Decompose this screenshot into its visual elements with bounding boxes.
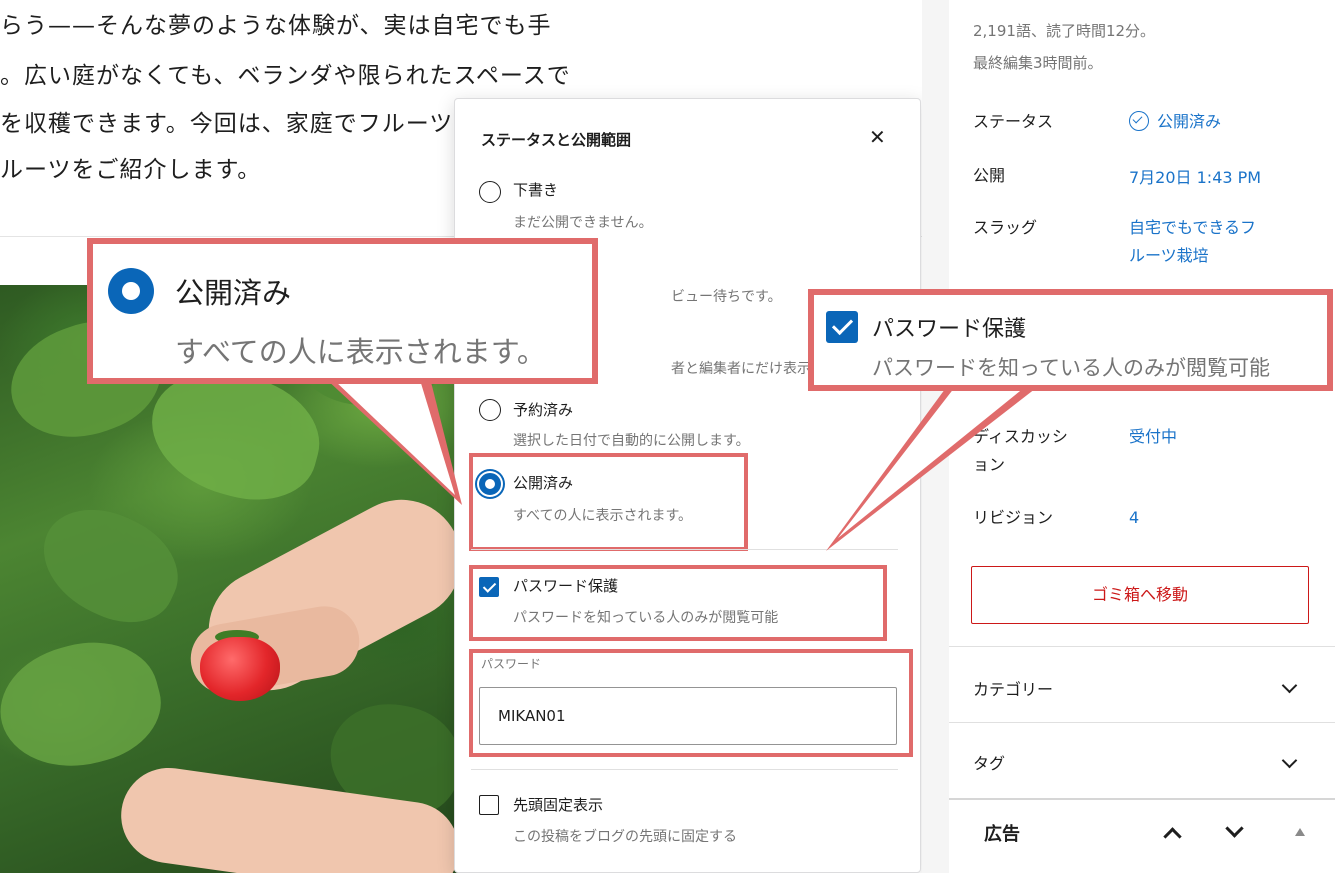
paragraph-line[interactable]: らう——そんな夢のような体験が、実は自宅でも手 (0, 6, 552, 40)
paragraph-line[interactable]: 。広い庭がなくても、ベランダや限られたスペースで (0, 56, 571, 90)
chevron-down-icon[interactable] (1281, 752, 1298, 769)
status-visibility-popover: ステータスと公開範囲 ✕ 下書き まだ公開できません。 ビュー待ちです。 者と編… (454, 98, 921, 873)
paragraph-line[interactable]: ルーツをご紹介します。 (0, 150, 261, 184)
radio-icon (108, 268, 154, 314)
discussion-value-button[interactable]: 受付中 (1129, 423, 1177, 451)
status-value-button[interactable]: 公開済み (1129, 108, 1221, 136)
categories-panel-toggle[interactable]: カテゴリー (973, 676, 1053, 700)
option-desc-pending: ビュー待ちです。 (671, 289, 782, 305)
strawberry (200, 637, 280, 701)
separator (471, 549, 898, 550)
publish-date-button[interactable]: 7月20日 1:43 PM (1129, 164, 1261, 192)
radio-scheduled[interactable] (479, 399, 501, 421)
popover-title: ステータスと公開範囲 (481, 131, 632, 149)
separator (471, 769, 898, 770)
checkbox-sticky[interactable] (479, 795, 499, 815)
sticky-desc: この投稿をブログの先頭に固定する (513, 829, 737, 845)
highlight-published (469, 453, 748, 551)
discussion-key: ディスカッシ ョン (973, 423, 1068, 479)
close-icon[interactable]: ✕ (869, 127, 886, 147)
option-desc-scheduled: 選択した日付で自動的に公開します。 (513, 433, 750, 449)
slug-key: スラッグ (973, 218, 1038, 237)
highlight-password-protect (469, 565, 887, 641)
revisions-value-link[interactable]: 4 (1129, 504, 1139, 532)
check-circle-icon (1129, 111, 1149, 131)
separator (949, 646, 1335, 647)
ads-panel-title: 広告 (984, 824, 1020, 845)
option-desc-draft: まだ公開できません。 (513, 215, 653, 231)
chevron-down-icon[interactable] (1281, 677, 1298, 694)
slug-line: 自宅でもできるフ (1129, 218, 1257, 237)
sticky-label: 先頭固定表示 (513, 796, 604, 814)
post-summary-panel: 2,191語、読了時間12分。 最終編集3時間前。 ステータス 公開済み 公開 … (949, 0, 1335, 873)
callout-published-title: 公開済み (175, 276, 292, 310)
option-label-draft: 下書き (513, 181, 559, 199)
radio-draft[interactable] (479, 181, 501, 203)
callout-published-desc: すべての人に表示されます。 (175, 335, 546, 369)
status-key: ステータス (973, 112, 1054, 131)
paragraph-line[interactable]: を収穫できます。今回は、家庭でフルーツ (0, 104, 453, 138)
settings-sidebar: 2,191語、読了時間12分。 最終編集3時間前。 ステータス 公開済み 公開 … (922, 0, 1335, 873)
highlight-password-field (469, 649, 913, 757)
last-edited: 最終編集3時間前。 (973, 54, 1103, 72)
callout-password-desc: パスワードを知っている人のみが閲覧可能 (872, 356, 1270, 380)
discussion-key-line: ディスカッシ (973, 427, 1068, 446)
separator (949, 798, 1335, 800)
callout-password-title: パスワード保護 (872, 317, 1027, 342)
publish-key: 公開 (973, 166, 1006, 185)
tags-panel-toggle[interactable]: タグ (973, 750, 1005, 774)
slug-value-button[interactable]: 自宅でもできるフ ルーツ栽培 (1129, 214, 1256, 270)
checkbox-icon (826, 311, 858, 343)
discussion-key-line: ョン (973, 455, 1006, 474)
word-count: 2,191語、読了時間12分。 (973, 22, 1156, 40)
move-to-trash-button[interactable]: ゴミ箱へ移動 (971, 566, 1309, 624)
revisions-key: リビジョン (973, 508, 1054, 527)
option-label-scheduled: 予約済み (513, 401, 574, 419)
status-value: 公開済み (1157, 112, 1222, 131)
callout-published: 公開済み すべての人に表示されます。 (87, 238, 598, 384)
separator (949, 722, 1335, 723)
leaf-shape (0, 626, 173, 784)
leaf-shape (25, 490, 195, 640)
slug-line: ルーツ栽培 (1129, 246, 1209, 265)
triangle-up-icon[interactable] (1295, 828, 1305, 836)
callout-password-protect: パスワード保護 パスワードを知っている人のみが閲覧可能 (808, 289, 1333, 391)
